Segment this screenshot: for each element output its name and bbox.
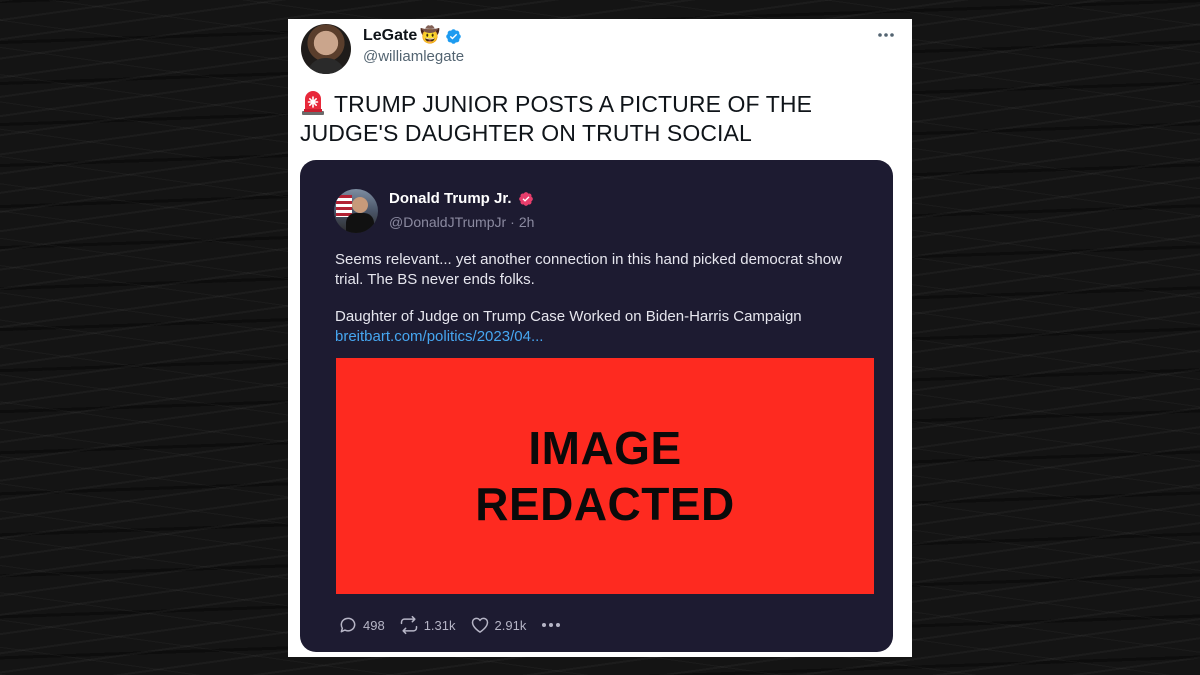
embedded-handle-row: @DonaldJTrumpJr · 2h [389, 214, 534, 230]
cowboy-emoji-icon: 🤠 [420, 27, 441, 44]
embedded-avatar [334, 189, 378, 233]
embedded-timestamp: 2h [518, 214, 535, 230]
author-name-row[interactable]: LeGate 🤠 [363, 26, 462, 46]
like-count: 2.91k [494, 617, 527, 633]
tweet-text: TRUMP JUNIOR POSTS A PICTURE OF THE JUDG… [300, 91, 813, 146]
embedded-author-name: Donald Trump Jr. [389, 190, 512, 207]
author-name[interactable]: LeGate [363, 27, 417, 45]
verified-badge-icon [446, 28, 461, 44]
retruth-action: 1.31k [399, 615, 456, 635]
more-options-button[interactable] [876, 27, 896, 43]
author-handle[interactable]: @williamlegate [363, 48, 464, 65]
avatar[interactable] [301, 24, 351, 74]
reply-count: 498 [363, 617, 385, 633]
avatar-suit [346, 213, 374, 233]
embedded-link-url: breitbart.com/politics/2023/04... [335, 328, 544, 345]
redacted-image: IMAGE REDACTED [336, 358, 874, 594]
redacted-text-line-1: IMAGE [528, 422, 682, 474]
siren-icon [302, 91, 324, 115]
heart-icon [471, 617, 488, 633]
repost-icon [400, 615, 417, 635]
embedded-post-body: Seems relevant... yet another connection… [335, 251, 842, 288]
embedded-name-row: Donald Trump Jr. [389, 190, 534, 207]
handle-separator: · [510, 214, 515, 230]
avatar-shirt [307, 58, 345, 74]
like-action: 2.91k [470, 615, 527, 635]
comment-icon [340, 617, 356, 633]
more-horizontal-icon [542, 623, 561, 627]
embedded-action-bar: 498 1.31k 2.91k [338, 614, 561, 636]
verified-badge-icon [518, 191, 533, 206]
tweet-text-block: TRUMP JUNIOR POSTS A PICTURE OF THE JUDG… [300, 89, 860, 148]
avatar-head [352, 197, 368, 213]
retruth-count: 1.31k [423, 617, 456, 633]
more-horizontal-icon [878, 33, 894, 37]
embedded-truth-social-post: Donald Trump Jr. @DonaldJTrumpJr · 2h Se… [300, 160, 893, 652]
embedded-author-handle: @DonaldJTrumpJr [389, 214, 507, 230]
tweet-card: LeGate 🤠 @williamlegate TRUMP JUNIOR POS… [288, 19, 912, 657]
redacted-text-line-2: REDACTED [475, 478, 735, 530]
reply-action: 498 [338, 615, 385, 635]
embedded-link-title: Daughter of Judge on Trump Case Worked o… [335, 308, 802, 325]
